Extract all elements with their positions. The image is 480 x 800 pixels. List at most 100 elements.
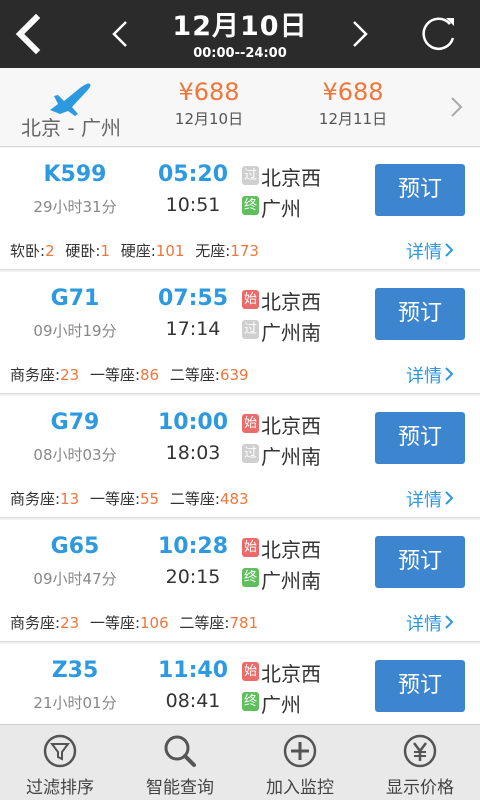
details-label: 详情 (406, 242, 442, 263)
from-station: 北京西 (261, 414, 321, 438)
station-tag: 过 (242, 166, 259, 185)
more-fares-button[interactable] (446, 94, 466, 120)
train-card[interactable]: G65 09小时47分 10:28 20:15 始 北京西 终 广州南 预订 商… (0, 520, 480, 642)
seat-count: 1 (100, 242, 110, 260)
depart-time: 10:28 (157, 534, 229, 559)
filter-sort-button[interactable]: 过滤排序 (0, 725, 120, 800)
seat-availability: 软卧:2 硬卧:1 硬座:101 无座:173 (10, 240, 265, 261)
nav-label: 加入监控 (266, 778, 334, 798)
chevron-right-icon (445, 491, 454, 505)
seat-availability: 商务座:23 一等座:86 二等座:639 (10, 364, 255, 385)
seat-label: 硬座: (120, 242, 156, 260)
seat-label: 硬卧: (65, 242, 101, 260)
details-link[interactable]: 详情 (406, 610, 456, 636)
fare-option[interactable]: ¥688 12月11日 (288, 78, 418, 129)
search-icon (164, 735, 196, 767)
book-button[interactable]: 预订 (375, 412, 465, 464)
details-label: 详情 (406, 490, 442, 511)
train-card[interactable]: G71 09小时19分 07:55 17:14 始 北京西 过 广州南 预订 商… (0, 272, 480, 394)
add-monitor-button[interactable]: 加入监控 (240, 725, 360, 800)
seat-count: 23 (60, 614, 80, 632)
arrive-time: 17:14 (165, 318, 221, 340)
train-number: G65 (50, 534, 100, 559)
station-tag: 始 (242, 662, 259, 681)
to-station: 广州 (261, 693, 301, 717)
seat-item: 硬卧:1 (65, 242, 110, 260)
seat-count: 483 (219, 490, 249, 508)
seat-count: 86 (140, 366, 160, 384)
bottom-nav: 过滤排序 智能查询 加入监控 显示价格 (0, 724, 480, 800)
fare-price: ¥688 (178, 78, 240, 106)
seat-label: 一等座: (89, 366, 140, 384)
details-link[interactable]: 详情 (406, 486, 456, 512)
book-button[interactable]: 预订 (375, 536, 465, 588)
seat-label: 二等座: (169, 490, 220, 508)
seat-item: 硬座:101 (121, 242, 185, 260)
seat-label: 一等座: (89, 490, 140, 508)
train-card[interactable]: K599 29小时31分 05:20 10:51 过 北京西 终 广州 预订 软… (0, 148, 480, 270)
to-station: 广州南 (261, 569, 321, 593)
back-arrow-icon (15, 13, 41, 55)
seat-item: 一等座:86 (90, 366, 159, 384)
nav-label: 显示价格 (386, 778, 454, 798)
chevron-right-icon (445, 243, 454, 257)
show-price-button[interactable]: 显示价格 (360, 725, 480, 800)
arrive-time: 20:15 (165, 566, 221, 588)
next-day-button[interactable] (344, 14, 376, 54)
depart-time: 11:40 (157, 658, 229, 683)
to-station: 广州南 (261, 321, 321, 345)
depart-time: 07:55 (157, 286, 229, 311)
from-station: 北京西 (261, 662, 321, 686)
to-station: 广州 (261, 197, 301, 221)
details-link[interactable]: 详情 (406, 362, 456, 388)
book-button[interactable]: 预订 (375, 164, 465, 216)
seat-label: 二等座: (169, 366, 220, 384)
train-number: Z35 (51, 658, 99, 683)
seat-count: 13 (60, 490, 80, 508)
station-tag: 终 (242, 568, 259, 587)
train-duration: 09小时19分 (33, 322, 117, 340)
chevron-right-icon (353, 21, 368, 47)
nav-label: 过滤排序 (26, 778, 94, 798)
refresh-icon (422, 17, 455, 51)
station-tag: 终 (242, 692, 259, 711)
train-duration: 21小时01分 (33, 694, 117, 712)
train-card[interactable]: G79 08小时03分 10:00 18:03 始 北京西 过 广州南 预订 商… (0, 396, 480, 518)
fare-date: 12月10日 (174, 110, 244, 128)
fare-date: 12月11日 (318, 110, 388, 128)
seat-item: 一等座:55 (90, 490, 159, 508)
book-button[interactable]: 预订 (375, 660, 465, 712)
route-header: 北京 - 广州 ¥688 12月10日 ¥688 12月11日 (0, 68, 480, 147)
details-link[interactable]: 详情 (406, 238, 456, 264)
station-tag: 过 (242, 444, 259, 463)
plus-circle-icon (283, 734, 317, 768)
back-button[interactable] (8, 10, 48, 58)
station-tag: 始 (242, 414, 259, 433)
seat-count: 781 (229, 614, 259, 632)
fare-option[interactable]: ¥688 12月10日 (144, 78, 274, 129)
seat-count: 173 (230, 242, 259, 260)
refresh-button[interactable] (416, 12, 460, 56)
seat-item: 软卧:2 (10, 242, 55, 260)
train-duration: 09小时47分 (33, 570, 117, 588)
chevron-left-icon (112, 21, 127, 47)
seat-label: 商务座: (10, 366, 61, 384)
seat-label: 商务座: (10, 490, 61, 508)
seat-label: 一等座: (89, 614, 140, 632)
seat-item: 一等座:106 (90, 614, 169, 632)
train-duration: 08小时03分 (33, 446, 117, 464)
train-number: K599 (43, 162, 107, 187)
seat-count: 55 (140, 490, 160, 508)
route-cities: 北京 - 广州 (21, 116, 121, 140)
time-range: 00:00--24:00 (193, 46, 287, 61)
train-number: G71 (50, 286, 100, 311)
train-duration: 29小时31分 (33, 198, 117, 216)
seat-count: 2 (45, 242, 55, 260)
prev-day-button[interactable] (104, 14, 136, 54)
seat-item: 二等座:639 (170, 366, 249, 384)
train-card[interactable]: Z35 21小时01分 11:40 08:41 始 北京西 终 广州 预订 (0, 644, 480, 724)
station-tag: 过 (242, 320, 259, 339)
book-button[interactable]: 预订 (375, 288, 465, 340)
arrive-time: 08:41 (165, 690, 221, 712)
smart-search-button[interactable]: 智能查询 (120, 725, 240, 800)
